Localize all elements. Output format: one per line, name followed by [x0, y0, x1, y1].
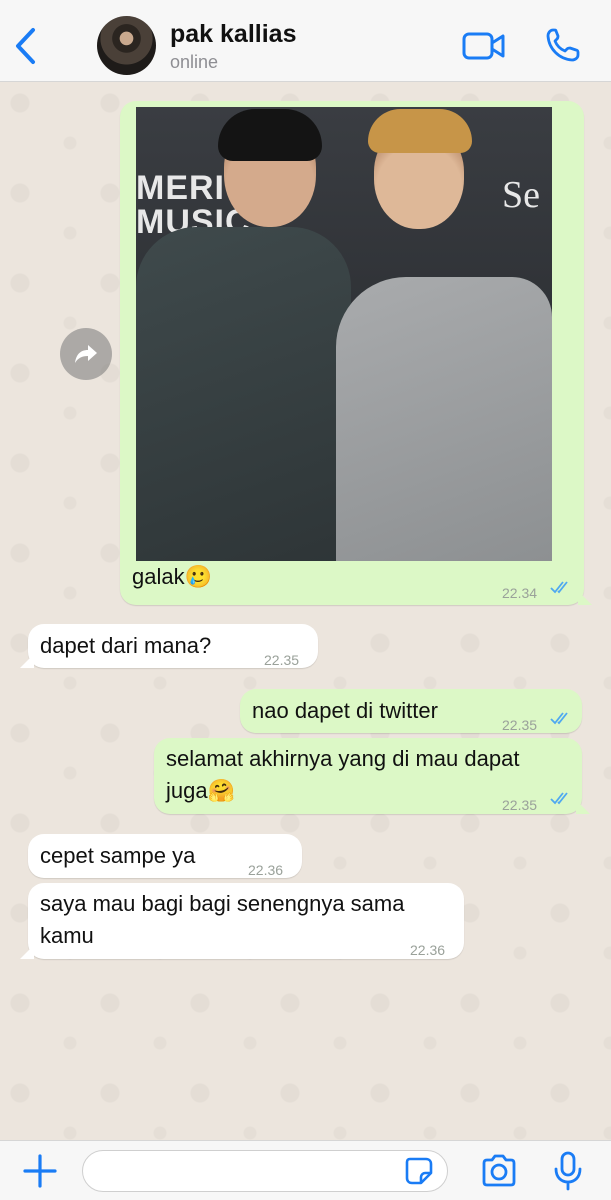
camera-button[interactable] [480, 1153, 518, 1189]
contact-name[interactable]: pak kallias [170, 20, 296, 49]
contact-status: online [170, 52, 219, 72]
message-time: 22.36 [410, 942, 446, 958]
message-composer [0, 1140, 611, 1200]
photo-backdrop-text-right: Se [502, 174, 540, 216]
plus-icon [23, 1154, 57, 1188]
video-call-button[interactable] [462, 30, 506, 62]
double-check-icon [550, 581, 568, 594]
message-time: 22.35 [264, 652, 300, 668]
message-time: 22.34 [502, 585, 538, 601]
message-text: galak🥲 [132, 564, 212, 589]
forward-icon [75, 345, 97, 363]
message-time: 22.36 [248, 862, 284, 878]
incoming-message[interactable]: dapet dari mana? 22.35 [20, 624, 318, 668]
contact-avatar[interactable] [97, 16, 156, 75]
chat-area[interactable]: MERICA MUSIC Se galak🥲 22.34 dapet dari … [0, 83, 611, 1140]
forward-button[interactable] [60, 328, 112, 380]
outgoing-message[interactable]: nao dapet di twitter 22.35 [240, 689, 582, 733]
outgoing-message[interactable]: selamat akhirnya yang di mau dapat juga🤗… [154, 738, 590, 814]
photo-person-left-hair [218, 109, 322, 161]
photo-person-right-hair [368, 109, 472, 153]
message-text: dapet dari mana? [40, 633, 212, 658]
voice-call-button[interactable] [545, 27, 581, 63]
incoming-message[interactable]: cepet sampe ya 22.36 [28, 834, 302, 878]
sticker-icon [405, 1157, 433, 1185]
message-text-line: kamu [40, 923, 94, 948]
microphone-icon [554, 1151, 582, 1191]
message-input[interactable] [82, 1150, 448, 1192]
sticker-button[interactable] [404, 1156, 434, 1186]
message-time: 22.35 [502, 717, 538, 733]
message-text-line: selamat akhirnya yang di mau dapat [166, 746, 520, 771]
message-time: 22.35 [502, 797, 538, 813]
camera-icon [482, 1154, 516, 1187]
message-text: cepet sampe ya [40, 843, 196, 868]
message-text-line: juga🤗 [166, 778, 235, 803]
photo-person-left [136, 227, 351, 561]
microphone-button[interactable] [553, 1151, 583, 1191]
attach-button[interactable] [22, 1153, 58, 1189]
incoming-message[interactable]: saya mau bagi bagi senengnya sama kamu 2… [20, 883, 464, 959]
message-photo[interactable]: MERICA MUSIC Se [136, 107, 552, 561]
photo-person-right [336, 277, 552, 561]
double-check-icon [550, 712, 568, 725]
chat-header: pak kallias online [0, 0, 611, 82]
message-text-line: saya mau bagi bagi senengnya sama [40, 891, 405, 916]
chevron-left-icon [16, 28, 35, 64]
back-button[interactable] [10, 26, 40, 66]
phone-icon [546, 28, 580, 62]
double-check-icon [550, 792, 568, 805]
image-message[interactable]: MERICA MUSIC Se galak🥲 22.34 [120, 101, 592, 605]
video-camera-icon [462, 32, 505, 60]
message-text: nao dapet di twitter [252, 698, 438, 723]
